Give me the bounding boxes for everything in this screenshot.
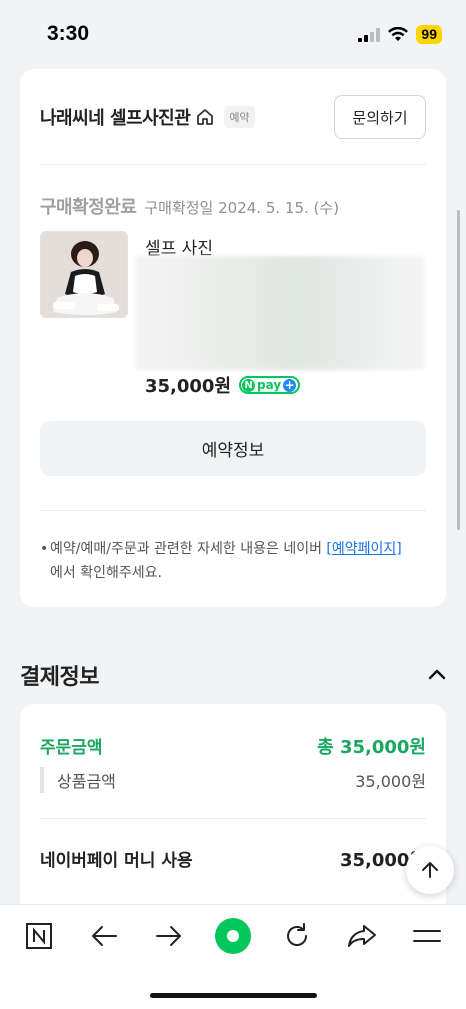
status-bar: 3:30 99 [0, 0, 466, 62]
status-label: 구매확정완료 [40, 197, 137, 218]
product-photo [41, 232, 127, 317]
status-time: 3:30 [47, 22, 90, 45]
divider [40, 164, 426, 165]
product-amount-value: 35,000원 [355, 772, 426, 791]
divider [40, 510, 426, 511]
back-button[interactable] [87, 917, 121, 955]
scroll-top-button[interactable] [406, 846, 454, 894]
green-home-dot-icon [215, 918, 251, 954]
back-arrow-icon [92, 926, 117, 946]
status-date: 구매확정일 2024. 5. 15. (수) [144, 199, 340, 217]
home-icon[interactable] [196, 108, 214, 126]
store-header[interactable]: 나래씨네 셀프사진관 예약 [40, 104, 255, 130]
money-row: 네이버페이 머니 사용 35,000원 [40, 846, 426, 872]
reserve-info-button[interactable]: 예약정보 [40, 421, 426, 476]
share-button[interactable] [345, 917, 379, 955]
wifi-icon [388, 27, 409, 41]
store-name[interactable]: 나래씨네 셀프사진관 [40, 104, 191, 130]
notice-text-end: 에서 확인해주세요. [50, 565, 162, 581]
inquiry-button[interactable]: 문의하기 [334, 95, 426, 139]
npay-text: pay [257, 378, 282, 392]
refresh-button[interactable] [280, 917, 314, 955]
forward-button[interactable] [152, 917, 186, 955]
npay-badge: N pay + [239, 376, 301, 394]
naver-n-icon: N [242, 378, 256, 392]
notice: • 예약/예매/주문과 관련한 자세한 내용은 네이버 [예약페이지] 에서 확… [40, 537, 430, 585]
blurred-content [135, 256, 425, 370]
status-icons: 99 [358, 25, 442, 44]
refresh-icon [287, 923, 307, 946]
naver-home-button[interactable] [22, 917, 56, 955]
notice-text: 예약/예매/주문과 관련한 자세한 내용은 네이버 [50, 541, 327, 557]
product-thumbnail[interactable] [40, 231, 128, 318]
naver-n-icon [26, 923, 52, 949]
price-row: 35,000원 N pay + [145, 372, 301, 398]
order-amount-total: 총 35,000원 [317, 737, 426, 758]
share-icon [348, 925, 376, 947]
green-home-button[interactable] [213, 917, 253, 955]
order-status: 구매확정완료 구매확정일 2024. 5. 15. (수) [40, 193, 339, 219]
order-amount-row: 주문금액 총 35,000원 [40, 733, 426, 759]
order-amount-label: 주문금액 [40, 738, 103, 758]
home-indicator[interactable] [150, 993, 317, 998]
divider [40, 818, 426, 819]
money-label: 네이버페이 머니 사용 [40, 851, 193, 871]
product-amount-row: 상품금액 35,000원 [40, 767, 426, 793]
forward-arrow-icon [156, 926, 181, 946]
indent-bar [40, 767, 44, 793]
bullet: • [40, 541, 49, 557]
reserve-badge: 예약 [224, 106, 255, 128]
signal-icon [358, 27, 381, 42]
menu-button[interactable] [410, 917, 444, 955]
reserve-page-link[interactable]: [예약페이지] [326, 541, 401, 557]
scrollbar[interactable] [457, 210, 460, 530]
menu-icon [413, 930, 441, 942]
plus-icon: + [283, 378, 297, 392]
product-price: 35,000원 [145, 376, 232, 397]
battery-indicator: 99 [416, 25, 442, 44]
arrow-up-icon [422, 862, 438, 878]
section-title: 결제정보 [20, 665, 99, 690]
chevron-up-icon[interactable] [426, 664, 448, 686]
product-amount-label: 상품금액 [57, 772, 116, 791]
